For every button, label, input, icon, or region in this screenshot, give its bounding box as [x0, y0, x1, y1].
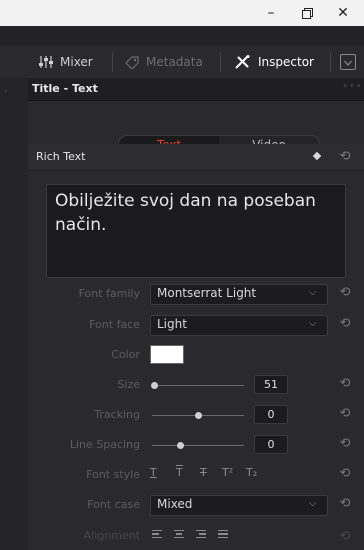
rich-text-header: Rich Text ⟲	[28, 144, 364, 171]
panel-header: Title - Text •••	[28, 78, 364, 101]
restore-button[interactable]	[288, 0, 326, 26]
line-spacing-label: Line Spacing	[69, 438, 140, 451]
rich-text-editor[interactable]: Obilježite svoj dan na poseban način.	[46, 184, 346, 278]
panel-options-icon[interactable]: •••	[342, 81, 363, 92]
align-justify-icon[interactable]	[218, 530, 228, 539]
reset-icon[interactable]: ⟲	[336, 435, 354, 453]
size-slider-knob[interactable]	[150, 382, 158, 389]
metadata-tag-icon	[125, 56, 139, 69]
panel-title: Title - Text	[32, 82, 98, 95]
tracking-label: Tracking	[94, 408, 140, 421]
font-style-label: Font style	[86, 468, 140, 481]
toolbar-separator	[220, 52, 221, 72]
collapse-arrow-icon[interactable]: ›	[4, 86, 7, 95]
underline-style-icon[interactable]: T	[150, 466, 157, 479]
restore-icon	[301, 8, 313, 19]
toolbar-separator	[330, 52, 331, 72]
reset-icon[interactable]: ⟲	[336, 375, 354, 393]
left-panel-edge: ›	[0, 78, 28, 550]
align-center-icon[interactable]	[174, 530, 184, 539]
overline-style-icon[interactable]: T	[176, 466, 183, 479]
font-family-label: Font family	[78, 287, 140, 300]
font-case-label: Font case	[87, 498, 140, 511]
reset-icon[interactable]: ⟲	[336, 148, 354, 166]
line-spacing-slider-knob[interactable]	[176, 442, 184, 449]
align-right-icon[interactable]	[196, 530, 206, 539]
reset-icon[interactable]: ⟲	[336, 495, 354, 513]
reset-icon[interactable]: ⟲	[336, 465, 354, 483]
color-swatch[interactable]	[150, 345, 184, 364]
line-spacing-slider-track[interactable]	[152, 445, 244, 446]
toolbar-separator	[112, 52, 113, 72]
expand-panel-button[interactable]	[340, 54, 356, 70]
strikethrough-style-icon[interactable]: T	[200, 466, 207, 479]
chevron-down-icon: ⌵	[309, 498, 317, 509]
chevron-down-icon: ⌵	[309, 287, 317, 298]
alignment-label: Alignment	[83, 529, 140, 542]
superscript-style-icon[interactable]: T²	[222, 466, 233, 479]
minimize-button[interactable]: –	[252, 0, 290, 26]
font-family-dropdown[interactable]: Montserrat Light ⌵	[150, 284, 328, 305]
font-case-dropdown[interactable]: Mixed ⌵	[150, 495, 328, 516]
chevron-down-icon: ⌵	[309, 318, 317, 329]
close-button[interactable]: ✕	[324, 0, 362, 26]
toolbar: Mixer Metadata Inspector	[0, 46, 364, 79]
font-face-dropdown[interactable]: Light ⌵	[150, 315, 328, 336]
mixer-label: Mixer	[60, 55, 93, 69]
window-title-bar: – ✕	[0, 0, 364, 26]
inspector-wand-icon	[235, 55, 250, 69]
inspector-label: Inspector	[258, 55, 314, 69]
reset-icon[interactable]: ⟲	[336, 528, 354, 546]
tracking-value-field[interactable]: 0	[254, 405, 288, 424]
inspector-button[interactable]: Inspector	[234, 46, 314, 78]
reset-icon[interactable]: ⟲	[336, 405, 354, 423]
tracking-slider-knob[interactable]	[195, 412, 202, 419]
chevron-down-icon	[344, 60, 352, 66]
metadata-label: Metadata	[146, 55, 203, 69]
size-value-field[interactable]: 51	[254, 375, 288, 394]
rich-text-label: Rich Text	[36, 150, 86, 163]
align-left-icon[interactable]	[152, 530, 162, 539]
color-label: Color	[111, 348, 140, 361]
size-slider-track[interactable]	[152, 385, 244, 386]
font-case-value: Mixed	[157, 497, 193, 511]
keyframe-diamond-icon[interactable]	[312, 151, 322, 161]
font-family-value: Montserrat Light	[157, 286, 257, 300]
line-spacing-value-field[interactable]: 0	[254, 435, 288, 454]
font-face-value: Light	[157, 317, 187, 331]
inspector-panel: Title - Text ••• Text Video Rich Text ⟲ …	[28, 78, 364, 550]
metadata-button[interactable]: Metadata	[124, 46, 203, 78]
mixer-button[interactable]: Mixer	[38, 46, 93, 78]
top-strip	[0, 26, 364, 46]
font-face-label: Font face	[89, 318, 140, 331]
subscript-style-icon[interactable]: T₂	[246, 466, 257, 479]
mixer-icon	[39, 56, 53, 68]
reset-icon[interactable]: ⟲	[336, 315, 354, 333]
reset-icon[interactable]: ⟲	[336, 284, 354, 302]
size-label: Size	[117, 378, 140, 391]
editor-text[interactable]: Obilježite svoj dan na poseban način.	[55, 189, 337, 237]
